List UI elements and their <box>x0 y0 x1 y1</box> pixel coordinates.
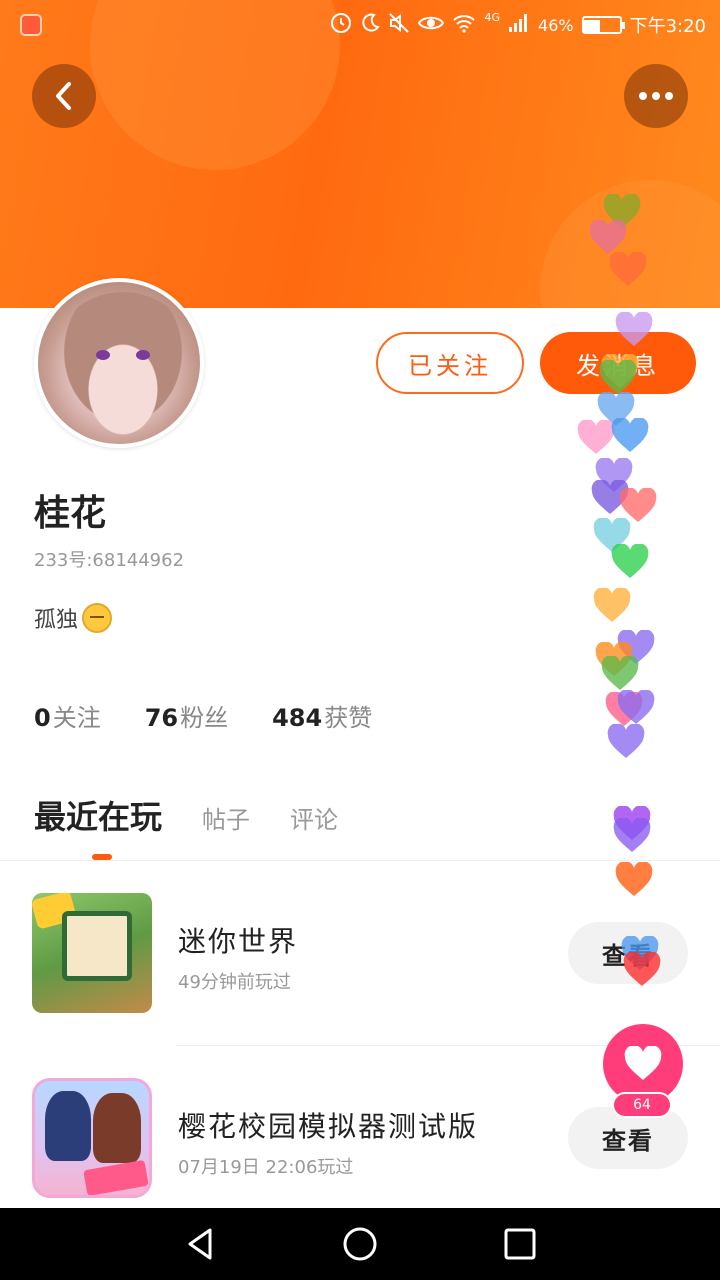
status-icons: 4G 46% 下午3:20 <box>330 10 706 40</box>
app-notification-icon <box>20 14 42 36</box>
moon-icon <box>360 13 381 38</box>
pensive-face-icon <box>82 603 113 633</box>
game-list-item[interactable]: 迷你世界 49分钟前玩过 查看 <box>0 880 720 1020</box>
more-options-button[interactable] <box>624 64 688 128</box>
floating-heart-icon <box>617 630 655 664</box>
divider <box>0 860 720 861</box>
bio-text: 孤独 <box>34 608 79 633</box>
network-type: 4G <box>484 10 501 24</box>
avatar-eye <box>96 350 110 360</box>
back-button[interactable] <box>32 64 96 128</box>
floating-heart-icon <box>617 690 655 724</box>
following-stat[interactable]: 0 关注 <box>34 698 101 733</box>
floating-heart-icon <box>607 724 645 758</box>
game-icon-sakura-school <box>32 1078 152 1198</box>
floating-heart-icon <box>593 518 631 552</box>
game-title: 迷你世界 <box>178 925 299 958</box>
floating-heart-icon <box>593 588 631 622</box>
floating-heart-icon <box>613 806 651 840</box>
followers-label: 粉丝 <box>180 704 229 732</box>
tab-recently-played[interactable]: 最近在玩 <box>34 792 162 838</box>
floating-heart-icon <box>611 544 649 578</box>
system-nav-bar <box>0 1208 720 1280</box>
likes-stat: 484 获赞 <box>272 698 372 733</box>
tab-posts[interactable]: 帖子 <box>202 800 250 835</box>
alarm-icon <box>330 12 352 39</box>
mute-icon <box>388 12 410 39</box>
following-count: 0 <box>34 704 51 732</box>
status-time: 下午3:20 <box>629 16 706 37</box>
floating-heart-icon <box>595 458 633 492</box>
home-nav-icon[interactable] <box>342 1226 378 1262</box>
view-game-button[interactable]: 查看 <box>568 922 688 984</box>
status-bar: 4G 46% 下午3:20 <box>0 0 720 52</box>
game-last-played: 49分钟前玩过 <box>178 972 291 993</box>
back-nav-icon[interactable] <box>182 1226 218 1262</box>
avatar-eye <box>136 350 150 360</box>
recent-apps-icon[interactable] <box>502 1226 538 1262</box>
profile-stats: 0 关注 76 粉丝 484 获赞 <box>34 698 372 733</box>
floating-heart-icon <box>601 656 639 690</box>
likes-count: 484 <box>272 704 323 732</box>
floating-heart-icon <box>613 818 651 852</box>
chevron-left-icon <box>56 82 71 110</box>
likes-label: 获赞 <box>324 704 373 732</box>
tab-comments[interactable]: 评论 <box>290 800 338 835</box>
following-label: 关注 <box>52 704 101 732</box>
wifi-icon <box>452 13 476 38</box>
send-message-button[interactable]: 发消息 <box>540 332 696 394</box>
bio: 孤独 <box>34 602 113 634</box>
battery-icon <box>581 16 625 34</box>
floating-heart-icon <box>611 418 649 452</box>
floating-heart-icon <box>597 392 635 426</box>
cover-decoration <box>540 180 720 308</box>
avatar[interactable] <box>34 278 204 448</box>
game-title: 樱花校园模拟器测试版 <box>178 1110 479 1143</box>
floating-heart-icon <box>619 488 657 522</box>
floating-heart-icon <box>577 420 615 454</box>
followers-count: 76 <box>144 704 179 732</box>
signal-icon <box>508 13 530 38</box>
user-id: 233号:68144962 <box>34 550 185 571</box>
battery-percent: 46% <box>538 15 574 35</box>
followers-stat[interactable]: 76 粉丝 <box>145 698 228 733</box>
avatar-image <box>48 292 198 442</box>
floating-heart-icon <box>591 480 629 514</box>
game-icon-mini-world <box>32 893 152 1013</box>
following-button[interactable]: 已关注 <box>376 332 524 394</box>
profile-tabs: 最近在玩 帖子 评论 <box>34 792 338 838</box>
floating-heart-icon <box>605 692 643 726</box>
eye-icon <box>418 14 445 37</box>
game-last-played: 07月19日 22:06玩过 <box>178 1157 354 1178</box>
heart-icon <box>624 1046 662 1080</box>
more-dots-icon <box>639 92 673 100</box>
username: 桂花 <box>34 493 107 534</box>
battery-level <box>583 20 601 34</box>
like-count-badge: 64 <box>612 1092 672 1118</box>
floating-heart-icon <box>595 642 633 676</box>
